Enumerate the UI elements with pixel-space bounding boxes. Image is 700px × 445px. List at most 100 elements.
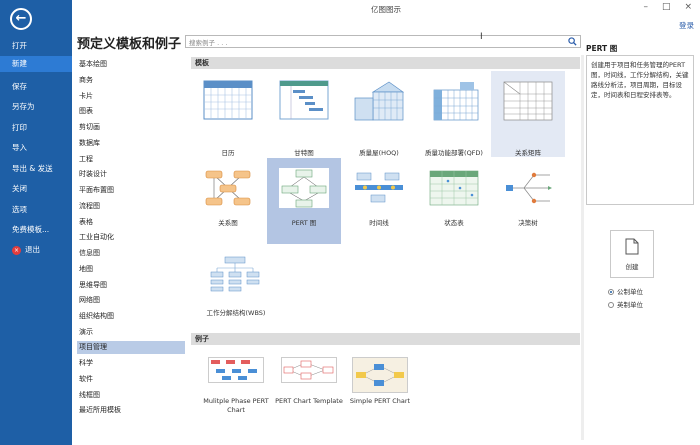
category-infographic[interactable]: 信息图 (77, 247, 185, 260)
search-placeholder: 搜索例子 . . . (189, 39, 228, 47)
example-thumbnail-icon (352, 357, 408, 393)
template-label: 日历 (221, 149, 235, 157)
radio-unselected-icon (608, 302, 614, 308)
section-templates: 模板 (191, 57, 580, 69)
category-mind-map[interactable]: 思维导图 (77, 279, 185, 292)
template-gantt[interactable]: 甘特图 (267, 71, 341, 157)
template-label: 质量功能部署(QFD) (425, 149, 483, 157)
template-qfd[interactable]: 质量功能部署(QFD) (417, 71, 491, 157)
timeline-thumbnail-icon (355, 172, 403, 203)
example-label: PERT Chart Template (275, 397, 343, 405)
template-state-table[interactable]: 状态表 (417, 158, 491, 244)
template-decision-tree[interactable]: 决策树 (491, 158, 565, 244)
details-panel: PERT 图 创建用于项目和任务管理的PERT图，时间线，工作分解结构，关键路线… (586, 40, 696, 440)
sidebar-item-options[interactable]: 选项 (12, 204, 27, 215)
back-arrow-icon[interactable]: ← (10, 8, 32, 30)
category-fashion[interactable]: 时装设计 (77, 168, 185, 181)
template-relation-matrix[interactable]: 关系矩阵 (491, 71, 565, 157)
category-engineering[interactable]: 工程 (77, 153, 185, 166)
qfd-thumbnail-icon (433, 82, 479, 121)
login-link[interactable]: 登录 (679, 20, 694, 31)
template-label: 关系矩阵 (515, 149, 541, 157)
maximize-icon[interactable]: □ (662, 2, 671, 12)
template-gallery: 模板 日历 甘特图 质量屋(HOQ) 质量功能部署(QFD) 关系矩阵 关系图 … (191, 55, 580, 440)
radio-imperial[interactable]: 英制单位 (608, 299, 643, 309)
example-pert-chart-template[interactable]: PERT Chart Template (269, 357, 349, 406)
sidebar-item-save[interactable]: 保存 (12, 81, 27, 92)
category-org-chart[interactable]: 组织结构图 (77, 310, 185, 323)
template-timeline[interactable]: 时间线 (342, 158, 416, 244)
close-icon[interactable]: × (684, 2, 692, 12)
category-project-management[interactable]: 项目管理 (77, 341, 185, 354)
category-charts[interactable]: 图表 (77, 105, 185, 118)
template-label: 关系图 (218, 219, 238, 227)
category-table[interactable]: 表格 (77, 216, 185, 229)
sidebar-item-import[interactable]: 导入 (12, 142, 27, 153)
template-label: 决策树 (518, 219, 538, 227)
sidebar-item-free-templates[interactable]: 免费模板... (12, 224, 49, 235)
radio-selected-icon (608, 289, 614, 295)
radio-label: 公制单位 (617, 288, 643, 296)
page-title: 预定义模板和例子 (77, 37, 182, 52)
wbs-thumbnail-icon (210, 256, 260, 292)
radio-metric[interactable]: 公制单位 (608, 286, 643, 296)
example-multiple-phase-pert[interactable]: Mulitple Phase PERT Chart (196, 357, 276, 415)
category-network[interactable]: 网络图 (77, 294, 185, 307)
category-basic-drawing[interactable]: 基本绘图 (77, 58, 185, 71)
section-examples: 例子 (191, 333, 580, 345)
calendar-thumbnail-icon (203, 80, 253, 120)
category-card[interactable]: 卡片 (77, 90, 185, 103)
minimize-icon[interactable]: – (643, 2, 648, 12)
category-floor-plan[interactable]: 平面布置图 (77, 184, 185, 197)
template-pert[interactable]: PERT 图 (267, 158, 341, 244)
sidebar-item-open[interactable]: 打开 (12, 40, 27, 51)
template-label: 甘特图 (294, 149, 314, 157)
sidebar-item-save-as[interactable]: 另存为 (12, 101, 35, 112)
title-bar: 亿图图示 – □ × (72, 0, 700, 20)
search-icon[interactable] (568, 37, 577, 46)
category-presentation[interactable]: 演示 (77, 326, 185, 339)
category-map[interactable]: 地图 (77, 263, 185, 276)
category-wireframe[interactable]: 线框图 (77, 389, 185, 402)
gantt-thumbnail-icon (279, 80, 329, 120)
new-document-icon (625, 238, 639, 255)
search-input[interactable]: 搜索例子 . . . (185, 35, 581, 48)
category-database[interactable]: 数据库 (77, 137, 185, 150)
create-label: 创建 (625, 263, 639, 271)
category-science[interactable]: 科学 (77, 357, 185, 370)
template-relation-diagram[interactable]: 关系图 (191, 158, 265, 244)
sidebar-item-close[interactable]: 关闭 (12, 183, 27, 194)
example-thumbnail-icon (281, 357, 337, 383)
category-business[interactable]: 商务 (77, 74, 185, 87)
example-label: Mulitple Phase PERT Chart (203, 397, 269, 414)
template-label: PERT 图 (291, 219, 317, 227)
sidebar-item-new[interactable]: 新建 (0, 56, 72, 72)
gallery-scrollbar[interactable] (581, 55, 584, 440)
exit-icon: × (12, 245, 21, 255)
template-calendar[interactable]: 日历 (191, 71, 265, 157)
template-wbs[interactable]: 工作分解结构(WBS) (191, 245, 281, 331)
category-recent[interactable]: 最近所用模板 (77, 404, 185, 417)
category-clipart[interactable]: 剪切画 (77, 121, 185, 134)
category-software[interactable]: 软件 (77, 373, 185, 386)
category-list: 基本绘图 商务 卡片 图表 剪切画 数据库 工程 时装设计 平面布置图 流程图 … (77, 55, 185, 440)
relation-diagram-thumbnail-icon (205, 170, 251, 206)
category-industrial[interactable]: 工业自动化 (77, 231, 185, 244)
example-label: Simple PERT Chart (349, 397, 411, 405)
template-hoq[interactable]: 质量屋(HOQ) (342, 71, 416, 157)
example-simple-pert-chart[interactable]: Simple PERT Chart (340, 357, 420, 406)
category-flowchart[interactable]: 流程图 (77, 200, 185, 213)
window-title: 亿图图示 (371, 5, 401, 14)
pert-thumbnail-icon (279, 168, 329, 208)
exit-label: 退出 (25, 245, 40, 254)
example-thumbnail-icon (208, 357, 264, 383)
sidebar-item-export-send[interactable]: 导出 & 发送 (12, 163, 53, 174)
radio-label: 英制单位 (617, 301, 643, 309)
hoq-thumbnail-icon (354, 81, 405, 121)
state-table-thumbnail-icon (429, 170, 479, 206)
sidebar-item-print[interactable]: 打印 (12, 122, 27, 133)
template-label: 工作分解结构(WBS) (206, 309, 266, 317)
relation-matrix-thumbnail-icon (503, 81, 553, 121)
sidebar-item-exit[interactable]: × 退出 (12, 244, 40, 255)
create-button[interactable]: 创建 (610, 230, 654, 278)
